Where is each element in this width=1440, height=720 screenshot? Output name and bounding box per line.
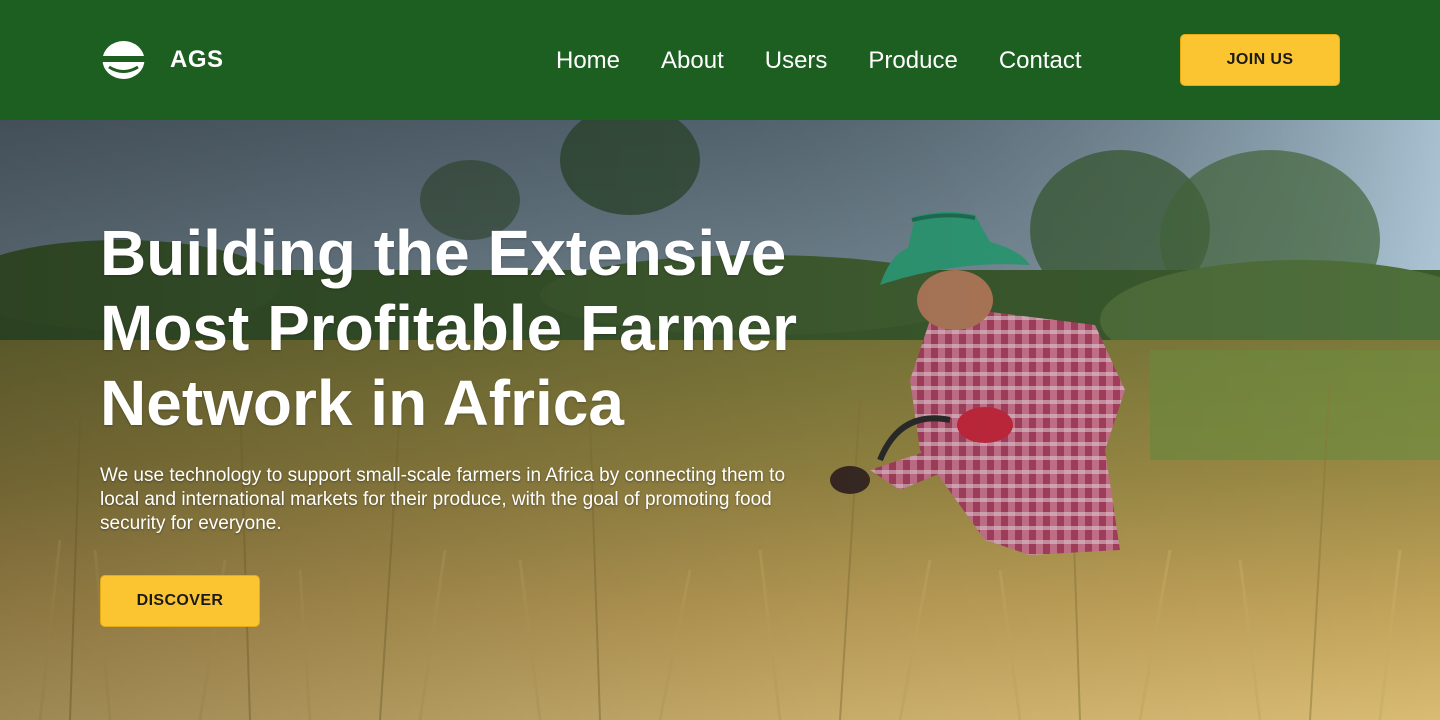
hero-subtitle: We use technology to support small-scale…: [100, 465, 786, 534]
hero-section: Building the Extensive Most Profitable F…: [0, 120, 1440, 720]
main-nav: Home About Users Produce Contact: [556, 46, 1082, 76]
nav-link-users[interactable]: Users: [765, 46, 828, 76]
discover-button[interactable]: DISCOVER: [100, 575, 260, 627]
brand[interactable]: AGS: [101, 40, 224, 80]
globe-half-icon: [101, 41, 146, 79]
join-us-button[interactable]: JOIN US: [1180, 34, 1340, 86]
top-navbar: AGS Home About Users Produce Contact JOI…: [0, 0, 1440, 120]
hero-title: Building the Extensive Most Profitable F…: [100, 217, 798, 439]
nav-link-home[interactable]: Home: [556, 46, 620, 76]
nav-link-about[interactable]: About: [661, 46, 724, 76]
nav-link-produce[interactable]: Produce: [868, 46, 957, 76]
nav-link-contact[interactable]: Contact: [999, 46, 1082, 76]
brand-name: AGS: [170, 46, 224, 73]
